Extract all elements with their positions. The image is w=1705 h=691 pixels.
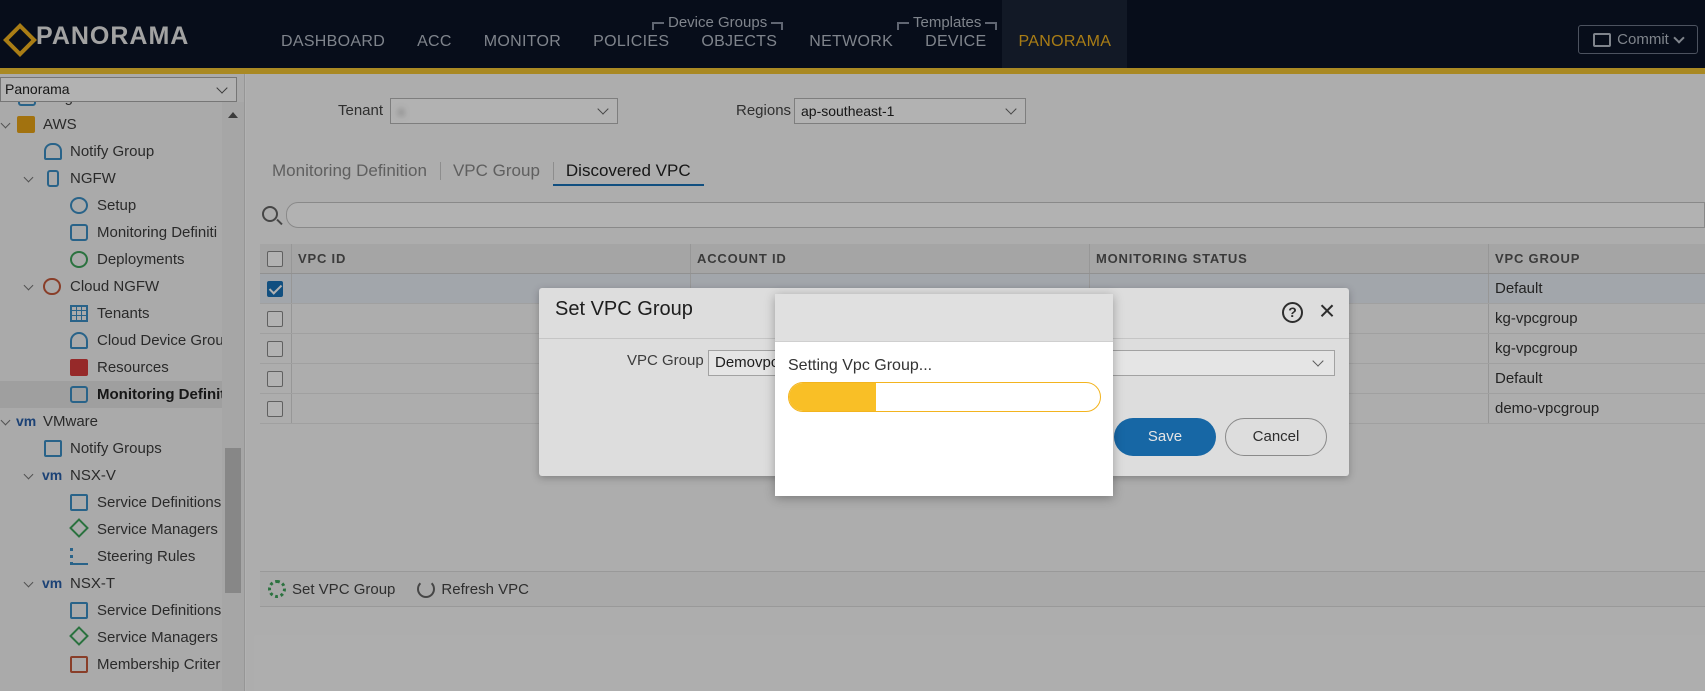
progress-message: Setting Vpc Group...	[788, 357, 933, 374]
progress-bar-fill	[789, 383, 877, 411]
progress-dialog-header	[775, 294, 1113, 342]
progress-bar	[788, 382, 1101, 412]
progress-dialog: Setting Vpc Group...	[775, 294, 1113, 496]
